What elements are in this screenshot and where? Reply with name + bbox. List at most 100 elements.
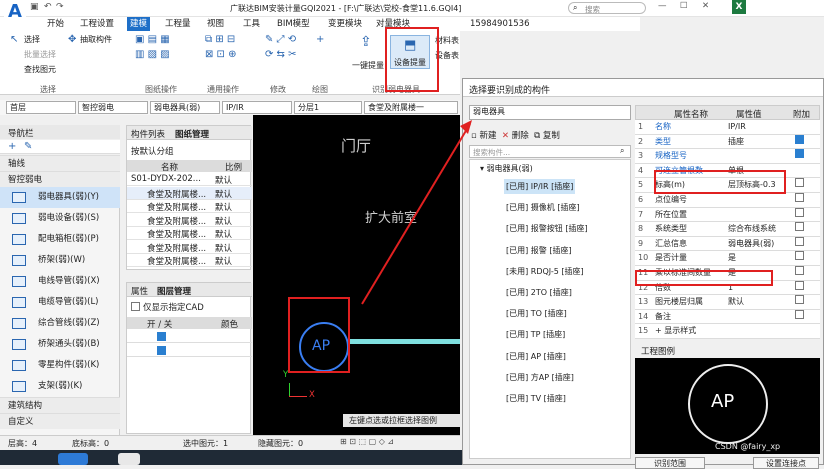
property-row[interactable]: 6 点位编号 (635, 193, 820, 208)
pick-component-button[interactable]: 抽取构件 (80, 34, 112, 45)
undo-icon[interactable]: ↶ (44, 2, 52, 12)
set-connection-button[interactable]: 设置连接点 (753, 457, 819, 469)
property-row[interactable]: 13 图元楼层归属 默认 (635, 295, 820, 310)
extra-checkbox[interactable] (795, 222, 804, 232)
nav-category[interactable]: 智控弱电 (0, 171, 120, 187)
common-tool-icons-2[interactable]: ⊠ ⊡ ⊕ (205, 49, 237, 60)
modify-tool-icons[interactable]: ✎ ⤢ ⟲ (265, 34, 296, 45)
extra-checkbox[interactable] (795, 193, 804, 202)
status-tool-icons[interactable]: ⊞ ⊡ ⬚ ▢ ◇ ⊿ (340, 437, 394, 446)
nav-item[interactable]: 支架(弱)(K) (0, 376, 120, 397)
onekey-quantity-button[interactable]: 一键提量 (352, 60, 384, 71)
cable-tray-line[interactable] (349, 339, 460, 344)
property-row[interactable]: 7 所在位置 (635, 207, 820, 223)
search-input[interactable]: ⌕ 搜索 (568, 2, 646, 14)
code-select[interactable]: IP/IR (222, 101, 292, 114)
redo-icon[interactable]: ↷ (56, 2, 64, 12)
extra-checkbox[interactable] (795, 309, 804, 319)
nav-item[interactable]: 综合管线(弱)(Z) (0, 313, 120, 334)
type-select[interactable]: 弱电器具(弱) (150, 101, 220, 114)
batch-select-button[interactable]: 批量选择 (24, 49, 56, 60)
nav-item[interactable]: 桥架(弱)(W) (0, 250, 120, 271)
nav-item[interactable]: 弱电设备(弱)(S) (0, 208, 120, 229)
table-row[interactable]: 食堂及附属楼... 默认 (127, 214, 252, 227)
find-element-button[interactable]: 查找图元 (24, 64, 56, 75)
drawing-tool-icons[interactable]: ▣ ▤ ▦ (135, 34, 170, 45)
extra-checkbox[interactable] (795, 266, 804, 275)
table-row[interactable]: 食堂及附属楼... 默认 (127, 254, 252, 267)
tree-item[interactable]: [已用] AP [插座] (504, 349, 568, 364)
property-row[interactable]: 3 规格型号 (635, 149, 820, 164)
save-icon[interactable]: ▣ (30, 2, 39, 12)
nav-category[interactable]: 轴线 (0, 155, 120, 171)
edit-icon[interactable]: ✎ (24, 141, 32, 152)
property-value[interactable]: IP/IR (728, 120, 786, 134)
select-button[interactable]: 选择 (24, 34, 40, 45)
common-tool-icons[interactable]: ⧉ ⊞ ⊟ (205, 34, 235, 45)
table-row[interactable]: 食堂及附属楼... 默认 (127, 227, 252, 240)
minimize-icon[interactable]: — (658, 1, 667, 11)
property-row[interactable]: 8 系统类型 综合布线系统 (635, 222, 820, 237)
nav-item[interactable]: 弱电器具(弱)(Y) (0, 187, 120, 208)
nav-item[interactable]: 电线导管(弱)(X) (0, 271, 120, 292)
tab-properties[interactable]: 属性 (131, 285, 148, 297)
nav-item[interactable]: 桥架通头(弱)(B) (0, 334, 120, 355)
menu-view[interactable]: 视图 (207, 17, 224, 31)
layer-visible-checkbox[interactable] (157, 332, 166, 341)
dialog-type-select[interactable]: 弱电器具 (469, 105, 631, 120)
taskbar-app-icon[interactable] (58, 453, 88, 465)
show-cad-checkbox[interactable] (131, 302, 140, 311)
add-icon[interactable]: + (8, 141, 16, 152)
menu-modeling[interactable]: 建模 (127, 17, 151, 31)
tab-drawing-management[interactable]: 图纸管理 (175, 128, 209, 140)
table-row[interactable]: 食堂及附属楼... 默认 (127, 200, 252, 213)
extra-checkbox[interactable] (795, 207, 804, 217)
property-row[interactable]: 2 类型 插座 (635, 134, 820, 150)
tree-item[interactable]: [已用] TV [插座] (504, 391, 568, 406)
property-row[interactable]: 15 + 显示样式 (635, 324, 820, 339)
extra-checkbox[interactable] (795, 178, 804, 188)
menu-quantity[interactable]: 工程量 (165, 17, 191, 31)
layer-select[interactable]: 分层1 (294, 101, 362, 114)
tab-layer-management[interactable]: 图层管理 (157, 285, 191, 297)
drawing-tool-icons-2[interactable]: ▥ ▧ ▨ (135, 49, 170, 60)
excel-icon[interactable]: X (732, 0, 746, 14)
property-row[interactable]: 14 备注 (635, 309, 820, 325)
tree-item[interactable]: [已用] 方AP [插座] (504, 370, 576, 385)
property-row[interactable]: 10 是否计量 是 (635, 251, 820, 266)
property-row[interactable]: 9 汇总信息 弱电器具(弱) (635, 236, 820, 252)
extra-checkbox[interactable] (795, 149, 804, 159)
floor-select[interactable]: 首层 (6, 101, 76, 114)
nav-category[interactable]: 建筑结构 (0, 397, 120, 413)
extra-checkbox[interactable] (795, 251, 804, 261)
part-select[interactable]: 食堂及附属楼一 (364, 101, 458, 114)
menu-start[interactable]: 开始 (47, 17, 64, 31)
property-value[interactable]: 弱电器具(弱) (728, 237, 786, 251)
menu-change[interactable]: 变更模块 (328, 17, 362, 31)
menu-project-settings[interactable]: 工程设置 (80, 17, 114, 31)
property-row[interactable]: 1 名称 IP/IR (635, 120, 820, 135)
major-select[interactable]: 智控弱电 (78, 101, 148, 114)
table-row[interactable]: 食堂及附属楼... 默认 (127, 186, 252, 200)
table-row[interactable]: S01-DYDX-202... 默认 (127, 173, 252, 186)
nav-category[interactable]: 自定义 (0, 413, 120, 429)
nav-item[interactable]: 配电箱柜(弱)(P) (0, 229, 120, 250)
property-value[interactable]: 默认 (728, 295, 786, 309)
draw-point-icon[interactable]: + (316, 34, 324, 45)
property-value[interactable]: 是 (728, 251, 786, 265)
recognize-range-button[interactable]: 识别范围 (635, 457, 705, 469)
nav-item[interactable]: 零星构件(弱)(K) (0, 355, 120, 376)
menu-tools[interactable]: 工具 (243, 17, 260, 31)
maximize-icon[interactable]: ☐ (680, 1, 688, 11)
taskbar-app-icon[interactable] (118, 453, 140, 465)
extra-checkbox[interactable] (795, 295, 804, 305)
property-value[interactable]: 插座 (728, 135, 786, 149)
property-value[interactable]: 综合布线系统 (728, 222, 786, 236)
tab-component-list[interactable]: 构件列表 (131, 128, 165, 140)
close-icon[interactable]: ✕ (702, 1, 709, 11)
extra-checkbox[interactable] (795, 236, 804, 246)
menu-bim-model[interactable]: BIM模型 (277, 17, 310, 31)
table-row[interactable]: 食堂及附属楼... 默认 (127, 241, 252, 254)
nav-item[interactable]: 电缆导管(弱)(L) (0, 292, 120, 313)
group-by-select[interactable]: 按默认分组 (131, 145, 174, 157)
